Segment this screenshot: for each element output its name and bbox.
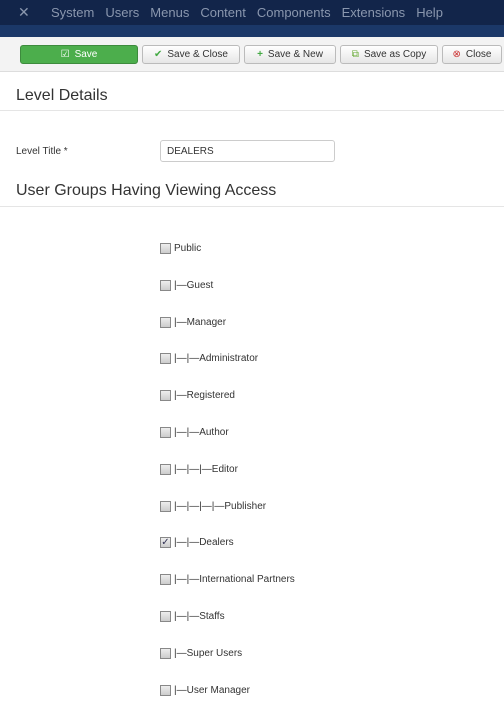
- group-item: |—|—|—Editor: [160, 463, 238, 475]
- group-checkbox[interactable]: [160, 279, 171, 291]
- menu-content[interactable]: Content: [200, 5, 246, 20]
- group-checkbox[interactable]: [160, 353, 171, 365]
- group-item: |—|—Administrator: [160, 353, 259, 365]
- group-item: |—|—Author: [160, 427, 229, 438]
- plus-icon: +: [257, 48, 263, 60]
- group-label: |—|—International Partners: [174, 574, 295, 586]
- group-label: Public: [174, 243, 202, 254]
- menu-extensions[interactable]: Extensions: [342, 5, 406, 20]
- copy-icon: ⧉: [351, 48, 359, 60]
- group-label: |—User Manager: [174, 684, 250, 696]
- menu-components[interactable]: Components: [257, 5, 331, 20]
- group-item: |—|—|—|—Publisher: [160, 500, 267, 512]
- level-title-input[interactable]: [160, 140, 335, 162]
- group-item: |—Manager: [160, 316, 227, 328]
- group-checkbox[interactable]: [160, 647, 171, 659]
- group-item: |—|—Staffs: [160, 611, 225, 622]
- close-button[interactable]: ⊗ Close: [442, 44, 502, 64]
- group-checkbox[interactable]: [160, 611, 171, 622]
- menu-users[interactable]: Users: [105, 5, 139, 20]
- group-label: |—Registered: [174, 390, 235, 402]
- check-icon: ✔: [154, 48, 163, 60]
- group-checkbox[interactable]: [160, 463, 171, 475]
- joomla-logo-icon[interactable]: ✕: [18, 4, 40, 21]
- close-icon: ⊗: [452, 48, 461, 60]
- group-checkbox[interactable]: [160, 684, 171, 696]
- group-checkbox[interactable]: [160, 574, 171, 586]
- group-label: |—|—Staffs: [174, 611, 225, 622]
- group-checkbox[interactable]: [160, 390, 171, 402]
- toolbar: ☑ Save ✔ Save & Close + Save & New ⧉ Save as…: [0, 37, 504, 72]
- group-checkbox[interactable]: ✓: [160, 537, 171, 549]
- group-item: ✓ |—|—Dealers: [160, 537, 234, 549]
- group-label: |—|—Author: [174, 427, 229, 438]
- group-label: |—|—|—|—Publisher: [174, 500, 267, 512]
- header-stripe: [0, 25, 504, 37]
- save-close-button[interactable]: ✔ Save & Close: [142, 44, 240, 64]
- group-label: |—|—Dealers: [174, 537, 234, 549]
- group-item: |—Guest: [160, 279, 214, 291]
- divider: [0, 206, 504, 207]
- group-item: |—User Manager: [160, 684, 250, 696]
- level-details-heading: Level Details: [16, 87, 108, 104]
- save-button[interactable]: ☑ Save: [20, 44, 138, 64]
- group-label: |—|—|—Editor: [174, 463, 238, 475]
- group-label: |—Guest: [174, 279, 214, 291]
- menu-system[interactable]: System: [51, 5, 94, 20]
- group-checkbox[interactable]: [160, 316, 171, 328]
- divider: [0, 110, 504, 111]
- group-checkbox[interactable]: [160, 427, 171, 438]
- save-copy-button[interactable]: ⧉ Save as Copy: [340, 44, 438, 64]
- group-label: |—Manager: [174, 316, 227, 328]
- group-label: |—Super Users: [174, 647, 243, 659]
- group-checkbox[interactable]: [160, 500, 171, 512]
- level-title-label: Level Title *: [16, 146, 68, 157]
- group-checkbox[interactable]: [160, 243, 171, 254]
- group-item: Public: [160, 243, 201, 254]
- top-menu: ✕ System Users Menus Content Components …: [0, 0, 504, 25]
- group-label: |—|—Administrator: [174, 353, 259, 365]
- menu-menus[interactable]: Menus: [150, 5, 189, 20]
- user-groups-heading: User Groups Having Viewing Access: [16, 182, 277, 199]
- group-item: |—|—International Partners: [160, 574, 295, 586]
- menu-help[interactable]: Help: [416, 5, 443, 20]
- group-item: |—Registered: [160, 390, 235, 402]
- group-item: |—Super Users: [160, 647, 243, 659]
- save-new-button[interactable]: + Save & New: [244, 44, 336, 64]
- edit-icon: ☑: [60, 48, 70, 60]
